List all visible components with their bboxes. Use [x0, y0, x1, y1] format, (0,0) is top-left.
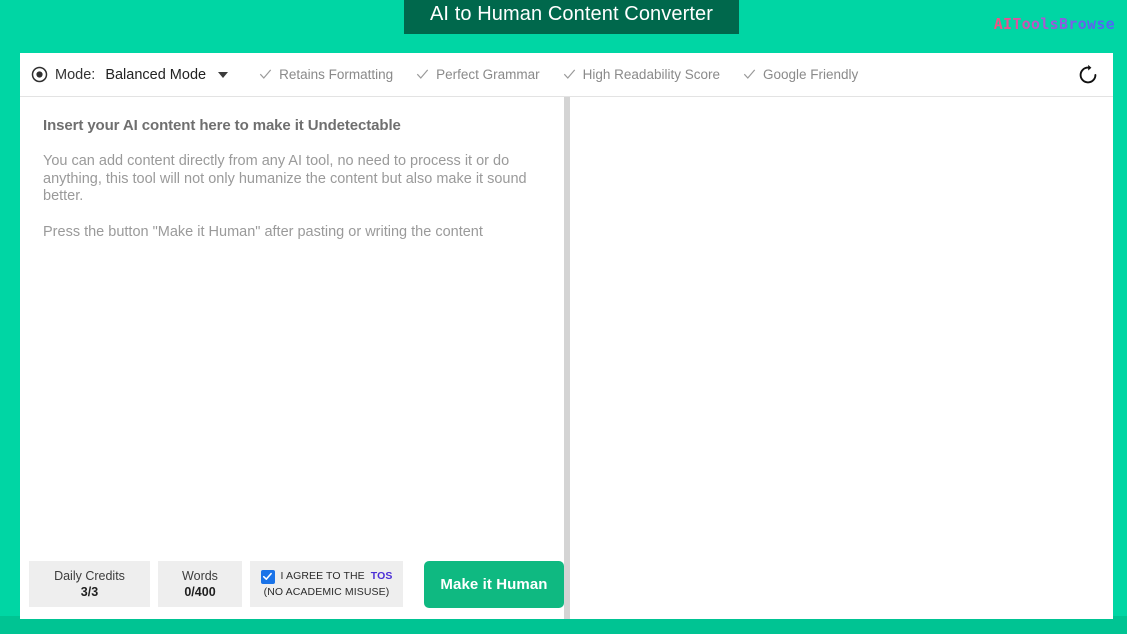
placeholder-paragraph: You can add content directly from any AI…	[43, 153, 527, 204]
humanized-output-pane[interactable]	[570, 97, 1113, 619]
brand-logo[interactable]: AIToolsBrowse	[994, 15, 1115, 33]
check-icon	[563, 68, 576, 81]
word-count-value: 0/400	[184, 584, 216, 599]
make-it-human-button[interactable]: Make it Human	[424, 560, 564, 608]
feature-list: Retains Formatting Perfect Grammar High …	[259, 67, 858, 82]
word-count-stat: Words 0/400	[158, 561, 242, 607]
chevron-down-icon[interactable]	[218, 71, 229, 78]
card-body: Insert your AI content here to make it U…	[20, 97, 1113, 619]
check-icon	[259, 68, 272, 81]
page-header: AI to Human Content Converter AIToolsBro…	[0, 0, 1127, 53]
tos-note: (NO ACADEMIC MISUSE)	[263, 586, 390, 598]
tos-agreement-line: I AGREE TO THE TOS	[260, 569, 393, 584]
tos-link[interactable]: TOS	[371, 569, 393, 584]
check-icon	[416, 68, 429, 81]
feature-item: Perfect Grammar	[416, 67, 540, 82]
converter-card: Mode: Balanced Mode Retains Formatting P…	[20, 53, 1113, 619]
tos-prefix-label: I AGREE TO THE	[280, 570, 365, 582]
feature-item: Retains Formatting	[259, 67, 393, 82]
ai-content-input[interactable]: Insert your AI content here to make it U…	[20, 97, 564, 553]
radio-selected-icon	[31, 66, 48, 83]
daily-credits-value: 3/3	[80, 584, 99, 599]
reset-button[interactable]	[1077, 64, 1099, 86]
mode-selector[interactable]: Mode: Balanced Mode	[31, 66, 229, 83]
feature-item: High Readability Score	[563, 67, 720, 82]
daily-credits-label: Daily Credits	[54, 568, 125, 583]
tos-agreement[interactable]: I AGREE TO THE TOS (NO ACADEMIC MISUSE)	[250, 561, 403, 607]
mode-label: Mode:	[55, 66, 96, 83]
refresh-icon	[1077, 64, 1099, 89]
toolbar: Mode: Balanced Mode Retains Formatting P…	[20, 53, 1113, 97]
feature-label: Retains Formatting	[279, 67, 394, 82]
placeholder-hint: Press the button "Make it Human" after p…	[43, 223, 483, 240]
placeholder-heading: Insert your AI content here to make it U…	[43, 117, 401, 134]
feature-label: High Readability Score	[582, 67, 720, 82]
page-title: AI to Human Content Converter	[404, 0, 739, 34]
feature-item: Google Friendly	[743, 67, 858, 82]
input-footer: Daily Credits 3/3 Words 0/400 I AGREE TO…	[20, 553, 564, 619]
feature-label: Perfect Grammar	[436, 67, 540, 82]
word-count-label: Words	[182, 568, 218, 583]
input-pane: Insert your AI content here to make it U…	[20, 97, 564, 619]
daily-credits-stat: Daily Credits 3/3	[29, 561, 150, 607]
mode-value[interactable]: Balanced Mode	[105, 67, 206, 83]
check-icon	[743, 68, 756, 81]
feature-label: Google Friendly	[762, 67, 859, 82]
tos-checkbox[interactable]	[260, 569, 275, 584]
